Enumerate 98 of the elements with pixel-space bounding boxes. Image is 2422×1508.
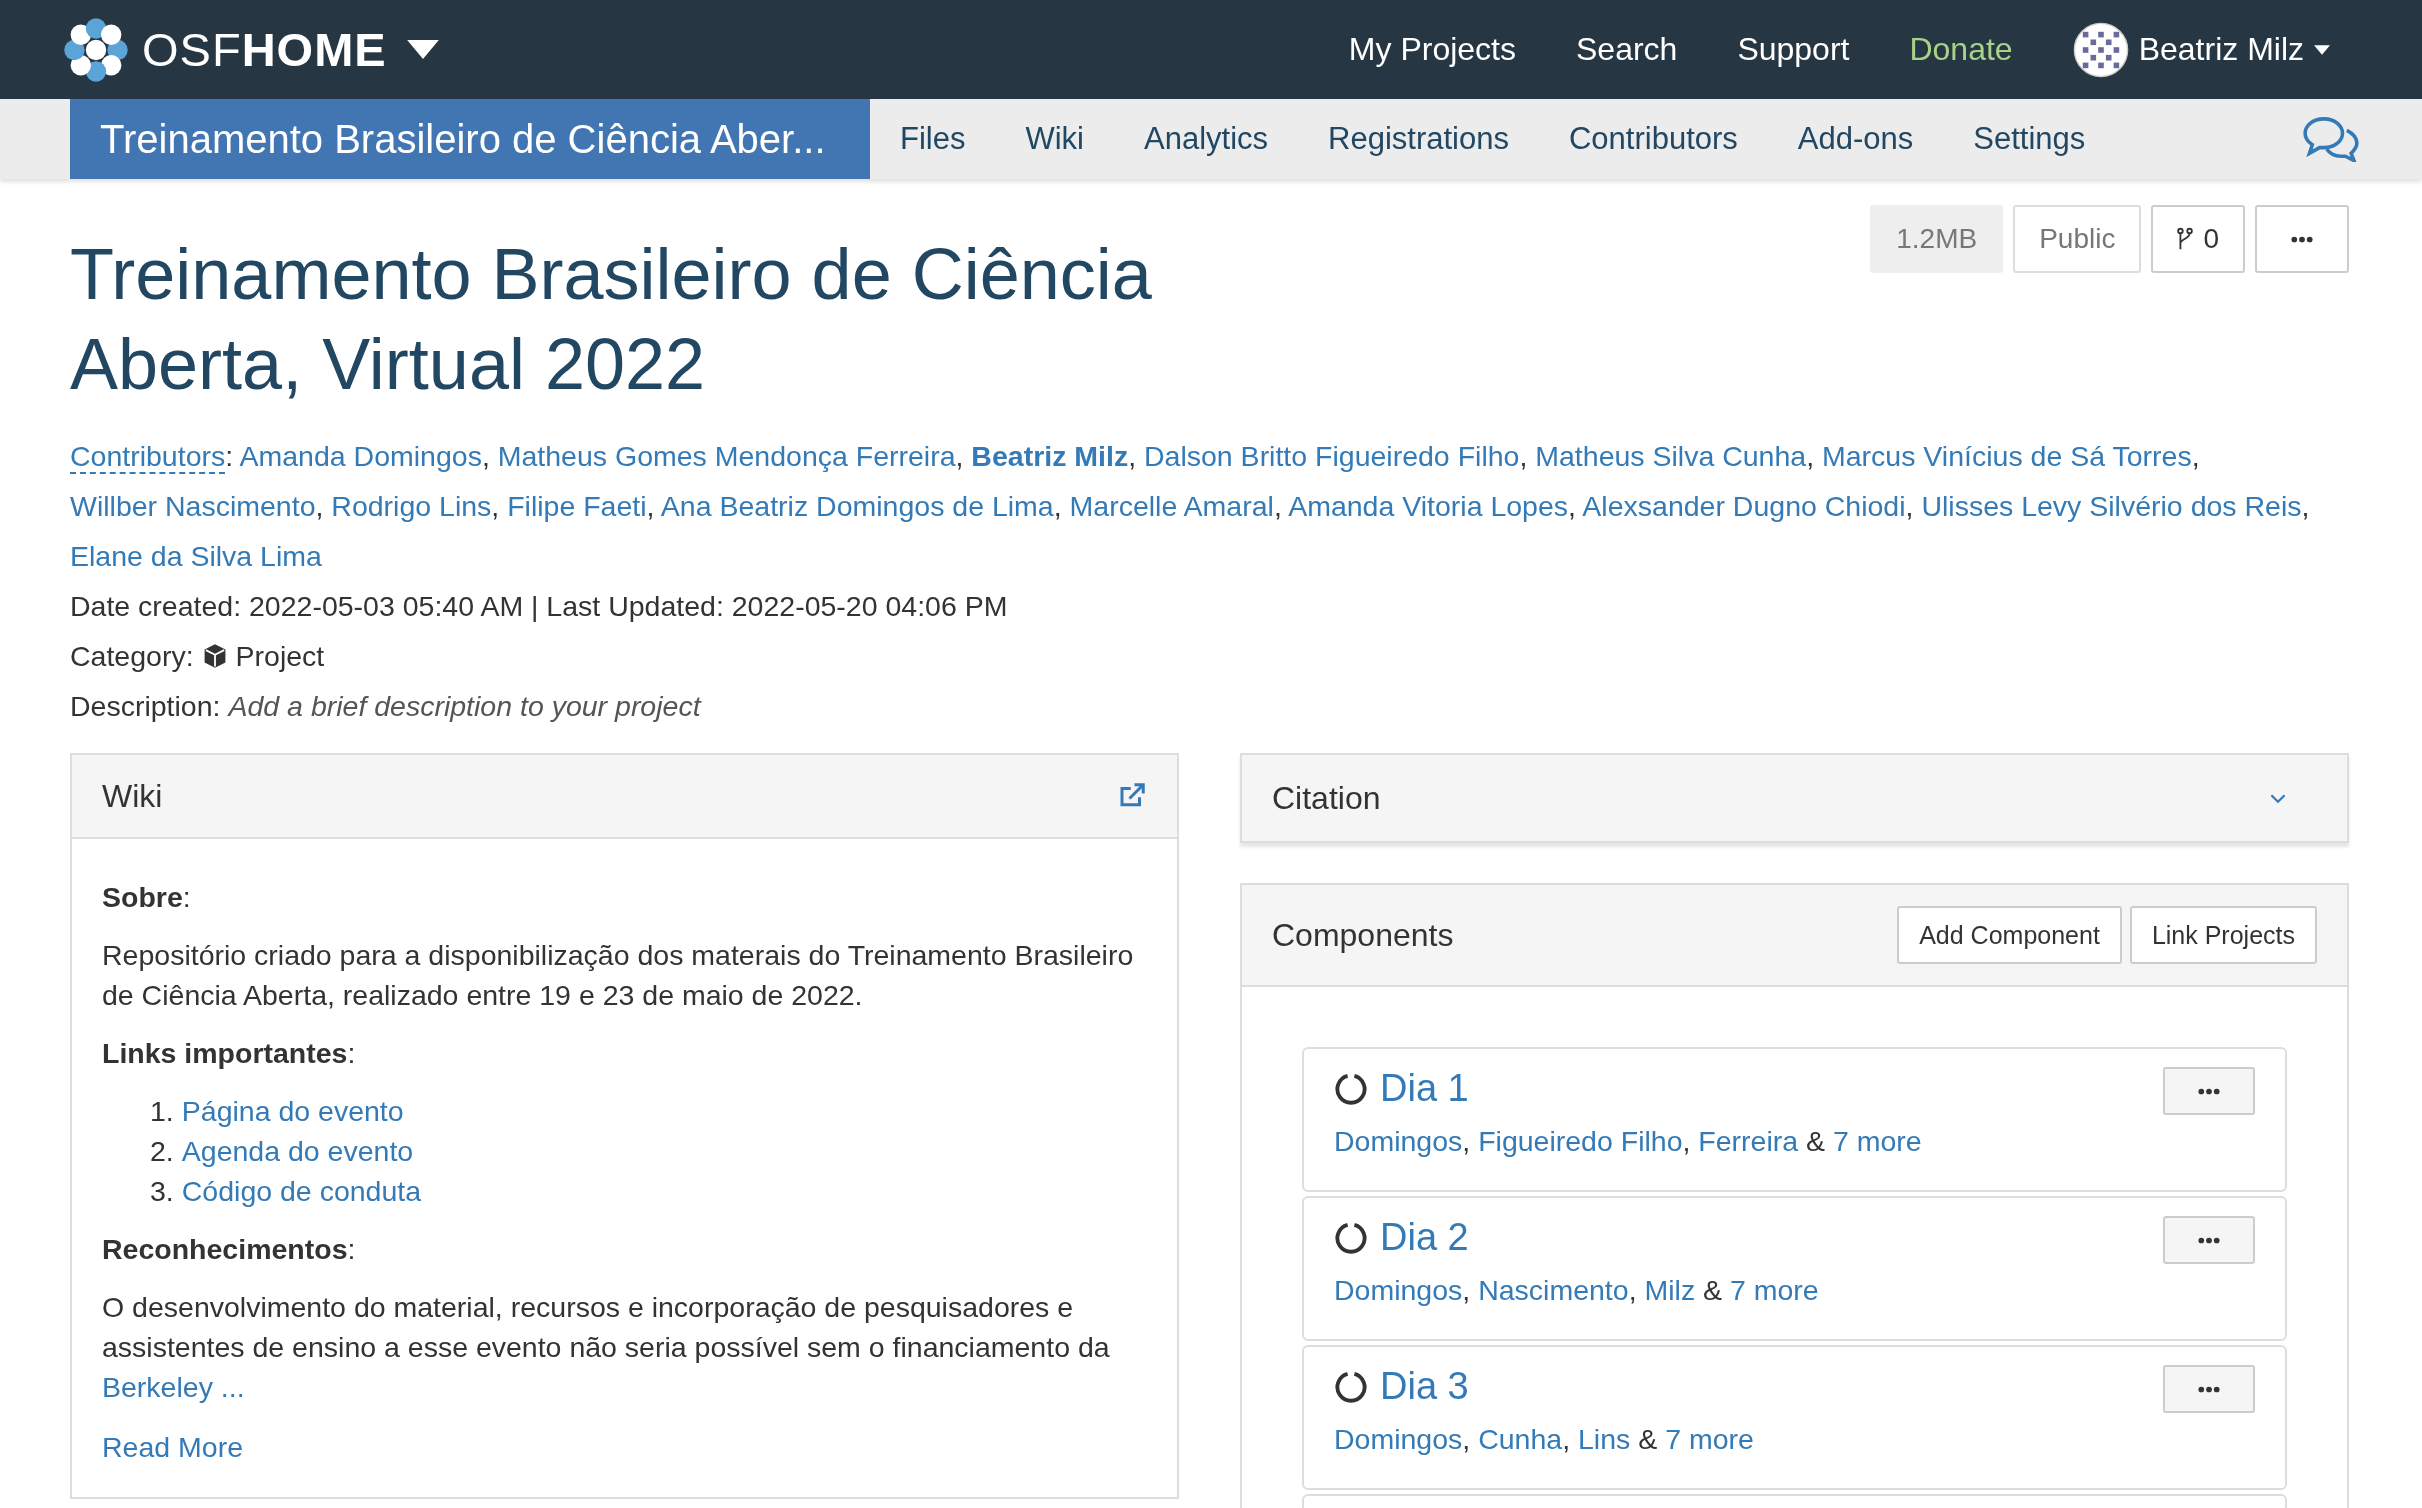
more-button[interactable] (2163, 1067, 2255, 1115)
nav-tab[interactable]: Registrations (1298, 99, 1539, 179)
wiki-link[interactable]: Código de conduta (181, 1171, 422, 1211)
nav-link[interactable]: Support (1737, 31, 1850, 68)
nav-link[interactable]: My Projects (1348, 31, 1516, 68)
list-number: 2. (150, 1134, 174, 1169)
contributor-link[interactable]: Willber Nascimento (70, 490, 316, 522)
author-link[interactable]: Ferreira (1698, 1125, 1799, 1158)
nav-link[interactable]: Donate (1909, 31, 2013, 68)
contributors-link[interactable]: Contributors (70, 440, 226, 474)
contributor-link[interactable]: Matheus Silva Cunha (1535, 440, 1807, 472)
ampersand-text: & (1805, 1125, 1827, 1158)
list-number: 3. (150, 1174, 174, 1209)
contributor-link[interactable]: Amanda Domingos (239, 440, 482, 472)
panel-button[interactable]: Add Component (1897, 906, 2122, 964)
ellipsis-icon (2198, 1236, 2220, 1244)
separator-text: , (1462, 1423, 1472, 1456)
size-label: 1.2MB (1870, 205, 2004, 273)
component-title-link[interactable]: Dia 1 (1380, 1067, 1469, 1110)
nav-tab[interactable]: Analytics (1114, 99, 1299, 179)
panel-button[interactable]: Link Projects (2129, 906, 2317, 964)
contributor-link[interactable]: Alexsander Dugno Chiodi (1582, 490, 1906, 522)
category-label: Category: (70, 639, 194, 674)
nav-tab[interactable]: Files (870, 99, 996, 179)
more-button[interactable] (2163, 1365, 2255, 1413)
more-authors-link[interactable]: 7 more (1665, 1423, 1754, 1456)
user-menu[interactable]: Beatriz Milz (2072, 21, 2330, 78)
section-heading: Reconhecimentos: (102, 1232, 357, 1267)
author-link[interactable]: Lins (1578, 1423, 1631, 1456)
contributor-link[interactable]: Beatriz Milz (971, 440, 1129, 472)
author-link[interactable]: Domingos (1334, 1125, 1463, 1158)
chevron-down-icon (2269, 792, 2287, 804)
author-link[interactable]: Domingos (1334, 1423, 1463, 1456)
separator-text: , (1562, 1423, 1572, 1456)
berkeley-link[interactable]: Berkeley ... (102, 1371, 245, 1403)
read-more-link[interactable]: Read More (102, 1427, 243, 1467)
component-title-link[interactable]: Dia 2 (1380, 1216, 1469, 1259)
ellipsis-icon (2198, 1087, 2220, 1095)
flower-logo-icon (62, 15, 130, 84)
wiki-paragraph: Repositório criado para a disponibilização dos materais do Treinamento Brasileiro de Ciência Aberta, realizado entre 19 e 23 de maio de 2022. (102, 938, 1135, 1013)
contributor-link[interactable]: Rodrigo Lins (331, 490, 492, 522)
wiki-link[interactable]: Página do evento (181, 1091, 404, 1131)
avatar-icon (2072, 21, 2129, 78)
fork-icon (2177, 227, 2194, 251)
project-title-tab[interactable]: Treinamento Brasileiro de Ciência Aber... (70, 99, 870, 179)
separator-text: , (1462, 1274, 1472, 1307)
category-value: Project (235, 639, 325, 674)
author-link[interactable]: Cunha (1478, 1423, 1563, 1456)
panel-title: Components (1272, 916, 1454, 954)
author-link[interactable]: Milz (1644, 1274, 1696, 1307)
contributors-line: Contributors: Amanda Domingos, Matheus Gomes Mendonça Ferreira, Beatriz Milz, Dalson Britto Figueiredo Filho, Matheus Silva Cunha, Marcus Vinícius de Sá Torres, Willber Nascimento, Rodrigo Lins, Filipe Faeti, Ana Beatriz Domingos de Lima, Marcelle Amaral, Amanda Vitoria Lopes, Alexsander Dugno Chiodi, Ulisses Levy Silvério dos Reis, Elane da Silva Lima (70, 439, 2311, 574)
ellipsis-icon (2198, 1385, 2220, 1393)
contributor-link[interactable]: Matheus Gomes Mendonça Ferreira (497, 440, 956, 472)
separator-text: , (1682, 1125, 1692, 1158)
brand-name[interactable]: OSFHOME (142, 22, 387, 77)
panel-title: Wiki (102, 777, 163, 815)
contributor-link[interactable]: Marcus Vinícius de Sá Torres (1822, 440, 2192, 472)
panel-title: Citation (1272, 779, 1381, 817)
separator-text: , (1628, 1274, 1638, 1307)
citation-panel[interactable]: Citation (1240, 753, 2349, 843)
nav-tab[interactable]: Add-ons (1767, 99, 1944, 179)
contributor-link[interactable]: Amanda Vitoria Lopes (1288, 490, 1569, 522)
separator-text: , (1462, 1125, 1472, 1158)
caret-icon (406, 40, 439, 59)
more-authors-link[interactable]: 7 more (1730, 1274, 1819, 1307)
contributor-link[interactable]: Ulisses Levy Silvério dos Reis (1921, 490, 2302, 522)
nav-link[interactable]: Search (1576, 31, 1678, 68)
list-number: 1. (150, 1094, 174, 1129)
section-heading: Sobre: (102, 880, 192, 915)
ellipsis-icon (2291, 235, 2313, 243)
section-heading: Links importantes: (102, 1036, 357, 1071)
contributor-link[interactable]: Elane da Silva Lima (70, 540, 322, 572)
contributor-link[interactable]: Dalson Britto Figueiredo Filho (1144, 440, 1520, 472)
project-title: Treinamento Brasileiro de Ciência Aberta, Virtual 2022 (70, 233, 1153, 406)
nav-tab[interactable]: Wiki (995, 99, 1114, 179)
more-button[interactable] (2255, 205, 2349, 273)
nav-tab[interactable]: Contributors (1538, 99, 1768, 179)
component-title-link[interactable]: Dia 3 (1380, 1365, 1469, 1408)
nav-tab[interactable]: Settings (1943, 99, 2116, 179)
wiki-link[interactable]: Agenda do evento (181, 1131, 414, 1171)
description-label: Description: (70, 689, 221, 724)
more-authors-link[interactable]: 7 more (1833, 1125, 1922, 1158)
description-placeholder[interactable]: Add a brief description to your project (228, 681, 701, 731)
author-link[interactable]: Domingos (1334, 1274, 1463, 1307)
caret-icon (2314, 44, 2330, 55)
ampersand-text: & (1702, 1274, 1724, 1307)
more-button[interactable] (2163, 1216, 2255, 1264)
contributor-link[interactable]: Ana Beatriz Domingos de Lima (660, 490, 1054, 522)
visibility-button[interactable]: Public (2013, 205, 2142, 273)
contributor-link[interactable]: Marcelle Amaral (1069, 490, 1274, 522)
ampersand-text: & (1637, 1423, 1659, 1456)
chat-bubbles-icon (2302, 116, 2360, 162)
contributor-link[interactable]: Filipe Faeti (507, 490, 647, 522)
dates-text: Date created: 2022-05-03 05:40 AM | Last Updated: 2022-05-20 04:06 PM (70, 589, 1009, 624)
author-link[interactable]: Nascimento (1478, 1274, 1629, 1307)
wiki-paragraph: O desenvolvimento do material, recursos e incorporação de pesquisadores e assistentes de ensino a esse evento não seria possível sem o financiamento da Berkeley ... (102, 1290, 1111, 1405)
author-link[interactable]: Figueiredo Filho (1478, 1125, 1683, 1158)
fork-button[interactable]: 0 (2151, 205, 2245, 273)
